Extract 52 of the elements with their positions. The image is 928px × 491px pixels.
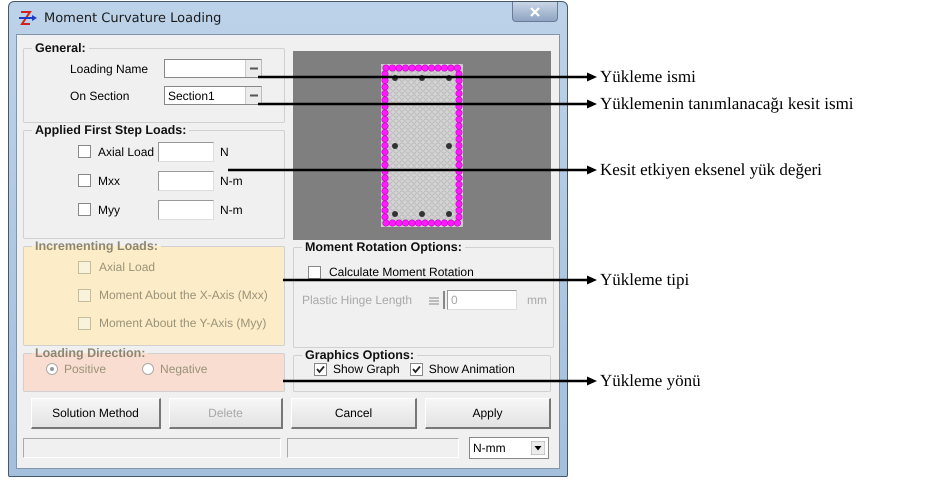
dash-icon [250,67,258,70]
checkbox-label: Axial Load [98,144,156,158]
checkbox[interactable] [410,362,423,376]
checkbox-label: Mxx [98,174,121,188]
close-button[interactable] [512,2,558,22]
checkbox[interactable] [78,145,91,158]
group-title: Graphics Options: [304,348,416,362]
unit-label: N-m [220,174,243,188]
dropdown-arrow-icon [531,441,545,455]
field-label: On Section [70,88,130,102]
dialog-button[interactable]: Cancel [291,398,417,429]
checkbox[interactable] [314,362,327,376]
group-title: Incrementing Loads: [34,239,159,253]
field-label: Loading Name [70,62,150,76]
annotation-text: Yükleme tipi [600,269,690,291]
checkbox[interactable] [78,203,91,216]
dialog-button[interactable]: Apply [425,398,551,429]
lines-icon [429,295,441,305]
radio-label: Positive [64,362,106,376]
group-title: Loading Direction: [34,346,146,360]
annotation-text: Kesit etkiyen eksenel yük değeri [600,159,822,181]
unit-label: mm [527,293,547,307]
checkbox-label: Axial Load [99,260,156,274]
dropdown-field[interactable]: Section1 [164,86,262,105]
checkbox-label: Moment About the X-Axis (Mxx) [99,288,268,302]
input-field[interactable] [158,170,214,190]
unit-label: N-m [220,202,243,216]
close-icon [530,6,540,16]
checkbox-label: Show Graph [333,362,400,376]
input-field[interactable] [158,142,214,162]
checkbox-label: Calculate Moment Rotation [329,265,474,279]
radio-label: Negative [160,362,208,376]
checkbox-label: Myy [98,202,121,216]
dash-icon [250,94,258,97]
annotation-text: Yüklemenin tanımlanacağı kesit ismi [600,93,854,115]
checkbox-label: Show Animation [428,362,515,376]
dropdown-field[interactable] [164,59,262,78]
unit-label: N [220,144,229,158]
group-title: Applied First Step Loads: [34,123,188,137]
window-title: Moment Curvature Loading [44,10,222,26]
checkbox[interactable] [308,266,321,278]
input-field[interactable] [158,200,214,220]
units-dropdown[interactable]: N-mm [469,437,549,459]
field-label: Plastic Hinge Length [302,293,414,307]
checkbox[interactable] [78,174,91,187]
checkbox-label: Moment About the Y-Axis (Myy) [99,316,266,330]
annotation-text: Yükleme yönü [600,370,701,392]
group-title: General: [34,41,87,55]
axis-icon [18,9,38,27]
annotation-text: Yükleme ismi [600,66,696,88]
dialog-button[interactable]: Solution Method [31,398,161,429]
group-title: Moment Rotation Options: [304,240,463,254]
